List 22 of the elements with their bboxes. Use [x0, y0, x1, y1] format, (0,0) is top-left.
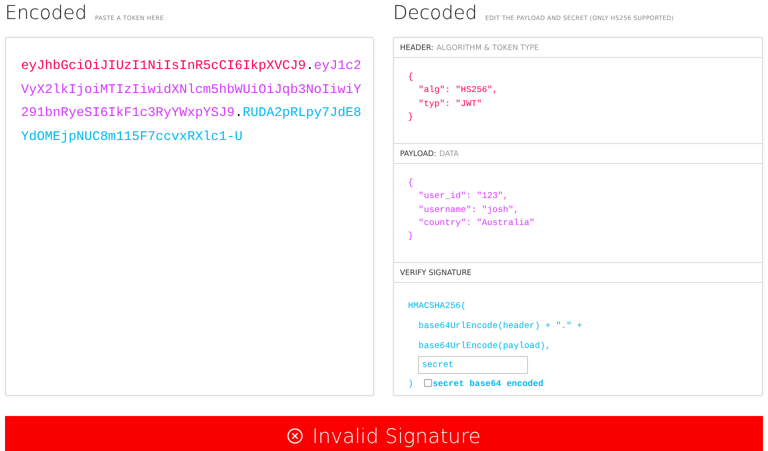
secret-field[interactable]: secret — [418, 356, 528, 374]
code-line: "user_id": "123", — [418, 190, 510, 204]
code-line: { — [408, 177, 414, 190]
checkbox-label[interactable]: secret base64 encoded — [432, 379, 544, 389]
section-title: Decoded — [393, 4, 478, 23]
code-line: "typ": "JWT" — [418, 98, 483, 111]
code-line: base64UrlEncode(header) + "." + — [418, 320, 584, 333]
code-line: ) — [408, 379, 414, 389]
status-text: Invalid Signature — [312, 423, 481, 450]
checkbox[interactable] — [424, 379, 432, 387]
code-line: } — [408, 230, 414, 244]
section-title: Encoded — [5, 4, 87, 23]
token-text: eyJhbGciOiJIUzI1NiIsInR5cCI6IkpXVCJ9.eyJ1c2VyX2lkIjoiMTIzIiwidXNlcm5hbWUiOiJqb3NoIiwiY291bnRyeSI6IkF1c3RyYWxpYSJ9.RUDA2pRLpy7JdE8YdOMEjpNUC8m115F7ccvxRXlc1-U — [21, 57, 362, 146]
code-line: base64UrlEncode(payload), — [418, 340, 552, 353]
code-line: } — [408, 110, 414, 124]
code-line: "country": "Australia" — [418, 216, 536, 230]
code-line: HMACSHA256( — [408, 300, 468, 313]
code-line: { — [408, 71, 414, 84]
code-line: "username": "josh", — [418, 204, 520, 217]
close-circle-icon — [287, 428, 304, 444]
token-panel[interactable]: eyJhbGciOiJIUzI1NiIsInR5cCI6IkpXVCJ9.eyJ1c2VyX2lkIjoiMTIzIiwidXNlcm5hbWUiOiJqb3NoIiwiY291bnRyeSI6IkF1c3RyYWxpYSJ9.RUDA2pRLpy7JdE8YdOMEjpNUC8m115F7ccvxRXlc1-U — [5, 37, 374, 396]
code-line: "alg": "HS256", — [418, 84, 499, 98]
